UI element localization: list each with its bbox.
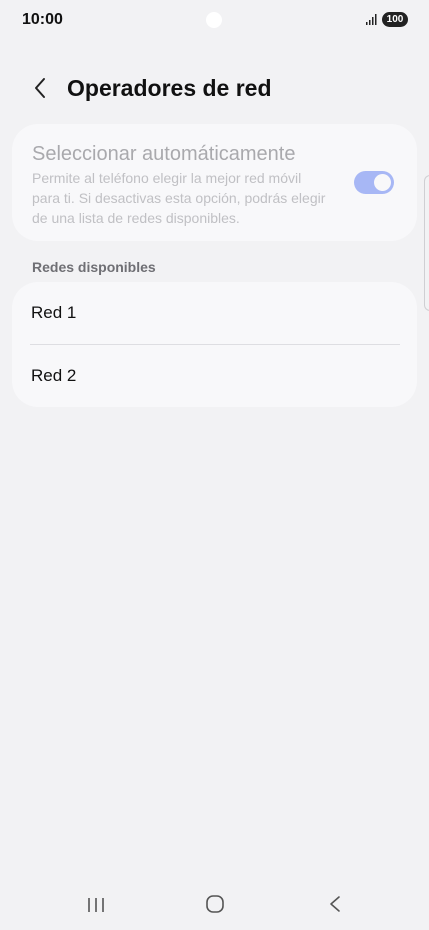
networks-list: Red 1 Red 2	[12, 282, 417, 407]
list-item[interactable]: Red 2	[12, 345, 417, 407]
network-label: Red 2	[31, 366, 77, 385]
battery-badge: 100	[382, 12, 408, 27]
auto-select-title: Seleccionar automáticamente	[32, 143, 296, 165]
header: Operadores de red	[0, 66, 429, 110]
back-button[interactable]	[24, 72, 56, 104]
status-time: 10:00	[22, 11, 63, 28]
back-icon[interactable]	[325, 894, 345, 914]
auto-select-toggle[interactable]	[354, 171, 394, 194]
auto-select-card[interactable]: Seleccionar automáticamente Permite al t…	[12, 124, 417, 241]
signal-icon	[366, 14, 377, 25]
navigation-bar	[0, 880, 429, 930]
toggle-knob	[374, 174, 391, 191]
network-label: Red 1	[31, 303, 77, 322]
section-label: Redes disponibles	[32, 259, 156, 275]
camera-dot	[206, 12, 222, 28]
recents-icon[interactable]	[86, 895, 106, 915]
status-bar: 10:00 100	[0, 0, 429, 40]
chevron-left-icon	[35, 78, 45, 98]
network-operators-screen: 10:00 100 Operadores de red Seleccionar …	[0, 0, 429, 930]
page-title: Operadores de red	[67, 75, 272, 101]
home-icon[interactable]	[205, 894, 225, 914]
scroll-indicator[interactable]	[424, 175, 429, 311]
list-item[interactable]: Red 1	[12, 282, 417, 344]
auto-select-description: Permite al teléfono elegir la mejor red …	[32, 170, 326, 226]
